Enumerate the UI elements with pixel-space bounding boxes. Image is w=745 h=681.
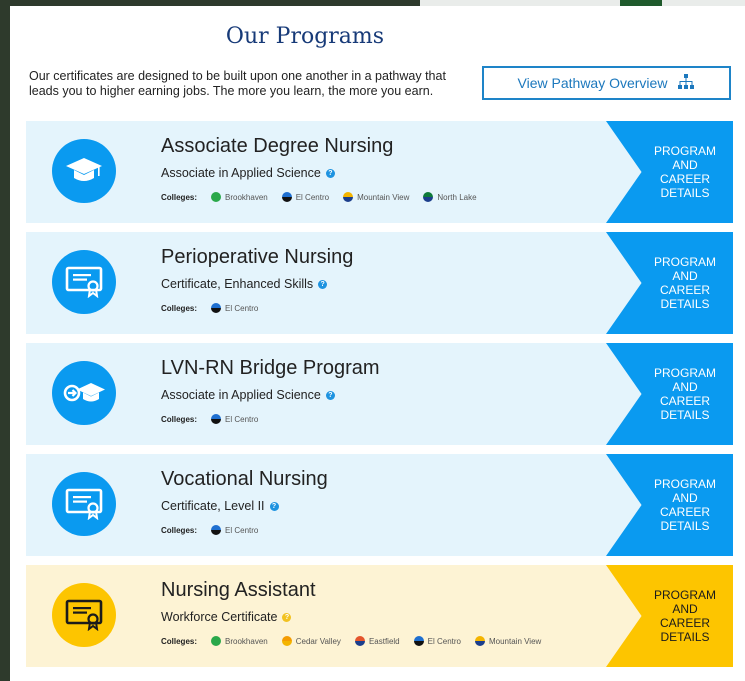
- program-title[interactable]: LVN-RN Bridge Program: [161, 357, 380, 380]
- program-icon-badge: [52, 250, 116, 314]
- program-credential: Associate in Applied Science?: [161, 166, 335, 180]
- intro-text: Our certificates are designed to be buil…: [29, 69, 446, 98]
- college-item[interactable]: Cedar Valley: [281, 636, 341, 646]
- org-chart-icon: [677, 73, 695, 93]
- college-item[interactable]: El Centro: [211, 303, 258, 313]
- college-name: Cedar Valley: [295, 636, 341, 646]
- college-name: Eastfield: [368, 636, 400, 646]
- details-label: PROGRAM AND CAREER DETAILS: [653, 255, 716, 311]
- program-title[interactable]: Associate Degree Nursing: [161, 135, 393, 158]
- program-row: Vocational Nursing Certificate, Level II?…: [26, 454, 733, 556]
- program-row: LVN-RN Bridge Program Associate in Applie…: [26, 343, 733, 445]
- program-icon-badge: [52, 472, 116, 536]
- program-details-button[interactable]: PROGRAM AND CAREER DETAILS: [606, 121, 733, 223]
- program-details-button[interactable]: PROGRAM AND CAREER DETAILS: [606, 343, 733, 445]
- pathway-button-label: View Pathway Overview: [517, 75, 668, 91]
- college-name: El Centro: [295, 192, 330, 202]
- college-logo-icon: [474, 636, 485, 646]
- college-logo-icon: [423, 192, 434, 202]
- college-name: El Centro: [225, 414, 259, 424]
- colleges-list: Colleges: El Centro: [161, 414, 258, 424]
- view-pathway-button[interactable]: View Pathway Overview: [482, 66, 731, 100]
- details-label: PROGRAM AND CAREER DETAILS: [653, 588, 716, 644]
- college-logo-icon: [354, 636, 365, 646]
- college-logo-icon: [343, 192, 354, 202]
- colleges-list: Colleges: El Centro: [161, 525, 258, 535]
- program-credential: Workforce Certificate?: [161, 610, 292, 624]
- college-logo-icon: [211, 636, 222, 646]
- college-logo-icon: [211, 525, 222, 535]
- college-name: El Centro: [427, 636, 461, 646]
- certificate-icon: [65, 488, 103, 520]
- program-row: Nursing Assistant Workforce Certificate? C…: [26, 565, 733, 667]
- credential-text: Certificate, Level II: [161, 499, 265, 513]
- info-icon[interactable]: ?: [325, 168, 335, 178]
- program-details-button[interactable]: PROGRAM AND CAREER DETAILS: [606, 454, 733, 556]
- program-credential: Associate in Applied Science?: [161, 388, 335, 402]
- program-title[interactable]: Nursing Assistant: [161, 579, 316, 602]
- program-details-button[interactable]: PROGRAM AND CAREER DETAILS: [606, 565, 733, 667]
- colleges-label: Colleges:: [161, 192, 198, 202]
- program-icon-badge: [52, 583, 116, 647]
- college-name: Brookhaven: [225, 192, 268, 202]
- program-details-button[interactable]: PROGRAM AND CAREER DETAILS: [606, 232, 733, 334]
- program-row: Perioperative Nursing Certificate, Enhanc…: [26, 232, 733, 334]
- certificate-icon: [65, 266, 103, 298]
- program-icon-badge: [52, 139, 116, 203]
- college-logo-icon: [413, 636, 424, 646]
- college-item[interactable]: Brookhaven: [211, 636, 268, 646]
- college-name: North Lake: [437, 192, 477, 202]
- colleges-list: Colleges: Brookhaven El Centro Mountain Vie…: [161, 192, 477, 202]
- program-title[interactable]: Perioperative Nursing: [161, 246, 353, 269]
- info-icon[interactable]: ?: [282, 612, 292, 622]
- colleges-label: Colleges:: [161, 636, 198, 646]
- colleges-label: Colleges:: [161, 414, 198, 424]
- college-item[interactable]: Brookhaven: [211, 192, 268, 202]
- colleges-label: Colleges:: [161, 525, 198, 535]
- college-item[interactable]: Eastfield: [354, 636, 400, 646]
- credential-text: Workforce Certificate: [161, 610, 278, 624]
- college-name: El Centro: [225, 303, 259, 313]
- programs-panel: Our Programs Our certificates are design…: [10, 6, 745, 681]
- college-item[interactable]: El Centro: [211, 525, 258, 535]
- credential-text: Associate in Applied Science: [161, 166, 321, 180]
- college-logo-icon: [281, 636, 292, 646]
- details-label: PROGRAM AND CAREER DETAILS: [653, 366, 716, 422]
- graduation-cap-icon: [65, 156, 103, 186]
- credential-text: Certificate, Enhanced Skills: [161, 277, 314, 291]
- program-title[interactable]: Vocational Nursing: [161, 468, 328, 491]
- college-item[interactable]: Mountain View: [343, 192, 409, 202]
- college-name: Mountain View: [488, 636, 542, 646]
- college-item[interactable]: North Lake: [423, 192, 477, 202]
- info-icon[interactable]: ?: [325, 390, 335, 400]
- college-name: Brookhaven: [225, 636, 268, 646]
- credential-text: Associate in Applied Science: [161, 388, 321, 402]
- colleges-list: Colleges: El Centro: [161, 303, 258, 313]
- colleges-label: Colleges:: [161, 303, 198, 313]
- page-title: Our Programs: [225, 24, 385, 49]
- college-logo-icon: [211, 414, 222, 424]
- details-label: PROGRAM AND CAREER DETAILS: [653, 477, 716, 533]
- college-item[interactable]: Mountain View: [474, 636, 542, 646]
- college-logo-icon: [211, 192, 222, 202]
- colleges-list: Colleges: Brookhaven Cedar Valley Eastfield…: [161, 636, 541, 646]
- program-credential: Certificate, Level II?: [161, 499, 279, 513]
- info-icon[interactable]: ?: [318, 279, 328, 289]
- certificate-icon: [65, 599, 103, 631]
- details-label: PROGRAM AND CAREER DETAILS: [653, 144, 716, 200]
- bridge-cap-icon: [62, 378, 106, 408]
- info-icon[interactable]: ?: [269, 501, 279, 511]
- college-name: El Centro: [225, 525, 259, 535]
- college-name: Mountain View: [357, 192, 410, 202]
- college-logo-icon: [211, 303, 222, 313]
- college-item[interactable]: El Centro: [281, 192, 330, 202]
- college-item[interactable]: El Centro: [211, 414, 258, 424]
- program-row: Associate Degree Nursing Associate in App…: [26, 121, 733, 223]
- college-logo-icon: [281, 192, 292, 202]
- program-credential: Certificate, Enhanced Skills?: [161, 277, 328, 291]
- college-item[interactable]: El Centro: [413, 636, 461, 646]
- program-icon-badge: [52, 361, 116, 425]
